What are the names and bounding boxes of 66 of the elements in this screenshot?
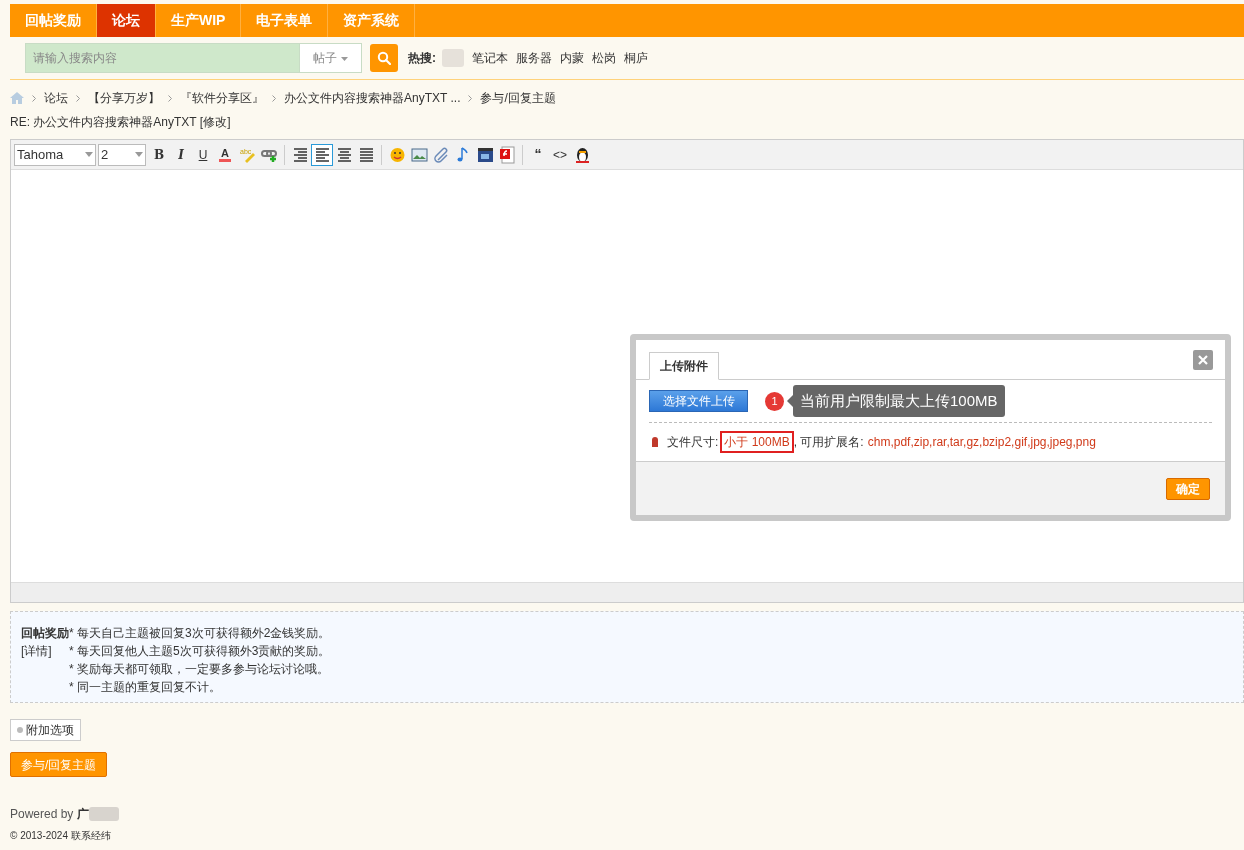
align-center-icon	[335, 145, 353, 164]
underline-button[interactable]: U	[192, 143, 214, 166]
post-title: RE: 办公文件内容搜索神器AnyTXT [修改]	[10, 114, 232, 131]
hot-search-link[interactable]: 笔记本	[472, 49, 508, 67]
notice-line: * 同一主题的重复回复不计。	[69, 679, 222, 696]
hot-search-link[interactable]: 内蒙	[560, 49, 584, 67]
notice-line: * 奖励每天都可领取，一定要多参与论坛讨论哦。	[69, 661, 330, 678]
extensions-list: chm,pdf,zip,rar,tar,gz,bzip2,gif,jpg,jpeg,png	[867, 433, 1096, 451]
hot-search-link[interactable]: 服务器	[516, 49, 552, 67]
nav-tab[interactable]: 论坛	[97, 4, 156, 37]
notice-line: * 每天自己主题被回复3次可获得额外2金钱奖励。	[69, 625, 331, 642]
details-link[interactable]: [详情]	[21, 642, 69, 660]
attachment-icon	[651, 436, 659, 448]
align-right-icon	[291, 145, 309, 164]
color-button[interactable]: A	[214, 143, 236, 166]
caret-icon	[85, 152, 93, 157]
notice-title: 回帖奖励	[21, 625, 69, 642]
font-size-dropdown[interactable]: 2	[98, 143, 146, 166]
breadcrumb-link[interactable]: 【分享万岁】	[88, 89, 160, 107]
hot-search-label: 热搜:	[408, 50, 436, 67]
align-left-icon	[313, 145, 331, 164]
breadcrumb-current: 参与/回复主题	[480, 90, 556, 107]
caret-icon	[135, 152, 143, 157]
chevron-icon	[168, 94, 172, 102]
penguin-icon	[573, 145, 591, 164]
caret-icon	[340, 56, 348, 61]
step-badge: 1	[765, 391, 784, 411]
breadcrumb-link[interactable]: 办公文件内容搜索神器AnyTXT ...	[284, 89, 461, 107]
close-icon	[1198, 355, 1208, 365]
breadcrumb-link[interactable]: 论坛	[44, 89, 68, 107]
contact-link[interactable]: 联系经纬	[70, 828, 111, 843]
italic-button[interactable]: I	[170, 143, 192, 166]
chevron-icon	[468, 94, 473, 102]
image-icon	[410, 145, 428, 164]
align-left-button[interactable]	[311, 143, 333, 166]
hot-search-link[interactable]: 松岗	[592, 49, 616, 67]
extensions-label: , 可用扩展名:	[793, 434, 864, 451]
flash-file-icon	[498, 145, 516, 164]
hot-search-link[interactable]: 桐庐	[624, 49, 648, 67]
align-justify-icon	[357, 145, 375, 164]
brand-name: 广	[77, 806, 90, 823]
film-icon	[476, 145, 494, 164]
notice-line: * 每天回复他人主题5次可获得额外3贡献的奖励。	[69, 643, 331, 660]
redaction-block	[442, 49, 464, 67]
bold-button[interactable]: B	[148, 143, 170, 166]
size-label: 文件尺寸:	[667, 434, 719, 451]
upload-tab[interactable]: 上传附件	[649, 352, 719, 380]
powered-by-text: Powered by	[10, 806, 74, 823]
quote-button[interactable]: “	[527, 143, 549, 166]
size-value: 小于 100MB	[720, 431, 794, 453]
copyright-text: © 2013-2024	[10, 829, 68, 843]
redaction-block	[89, 807, 120, 821]
search-field[interactable]: 请输入搜索内容	[25, 43, 300, 73]
scope-dropdown[interactable]: 帖子	[300, 43, 362, 73]
chevron-icon	[32, 94, 36, 102]
chevron-icon	[272, 94, 276, 102]
font-dropdown[interactable]: Tahoma	[14, 143, 96, 166]
breadcrumb-link[interactable]: 『软件分享区』	[180, 89, 264, 107]
search-icon	[377, 51, 391, 65]
limit-tooltip: 当前用户限制最大上传100MB	[793, 385, 1005, 417]
chevron-icon	[76, 94, 80, 102]
paperclip-icon	[432, 145, 450, 164]
close-button[interactable]	[1193, 350, 1213, 370]
code-button[interactable]: <>	[549, 143, 571, 166]
smiley-icon	[388, 145, 406, 164]
extra-options-button[interactable]: 附加选项	[10, 719, 81, 741]
